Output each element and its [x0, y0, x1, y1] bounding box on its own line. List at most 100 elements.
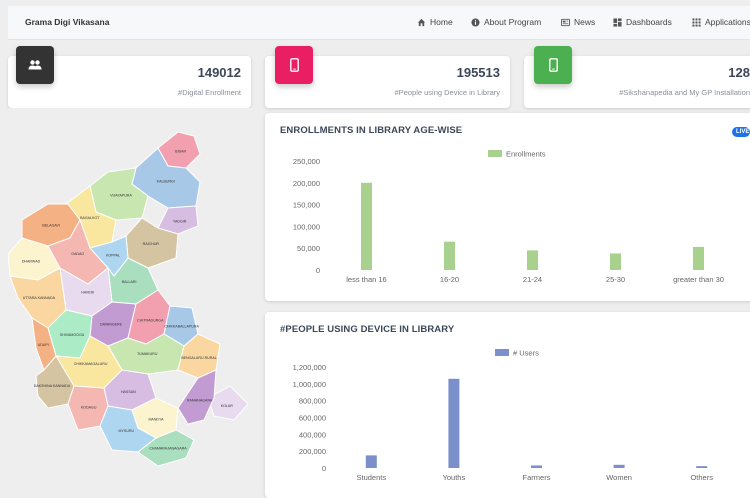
nav-applications[interactable]: Applications [692, 17, 750, 27]
mobile-device-icon [534, 46, 572, 84]
nav-news-label: News [574, 17, 596, 27]
x-tick-label: 21-24 [523, 275, 542, 284]
people-icon [16, 46, 54, 84]
district-label: KALBURGI [157, 180, 175, 184]
district-label: UDUPI [38, 343, 49, 347]
district-label: DHARWAD [22, 259, 41, 263]
bar[interactable] [531, 465, 542, 468]
district-label: KOLAR [221, 404, 234, 408]
district-label: BENGALURU RURAL [181, 356, 217, 360]
nav-applications-label: Applications [705, 17, 750, 27]
bar[interactable] [444, 241, 455, 270]
district-label: UTTARA KANNADA [23, 296, 56, 300]
district-label: TUMAKURU [137, 352, 158, 356]
stat-card-installations: 128 #Sikshanapedia and My GP Installatio… [524, 46, 750, 108]
district-label: CHIKKABALLAPURA [164, 325, 199, 329]
nav-dashboards[interactable]: Dashboards [613, 17, 672, 27]
news-icon [561, 18, 570, 27]
x-tick-label: less than 16 [346, 275, 386, 284]
district-label: VIJAYAPURA [110, 194, 132, 198]
district-label: MYSURU [118, 429, 134, 433]
district-label: RAICHUR [143, 242, 160, 246]
info-icon [471, 17, 480, 27]
nav-home-label: Home [430, 17, 453, 27]
x-tick-label: 16-20 [440, 275, 459, 284]
nav-home[interactable]: Home [417, 17, 453, 27]
bar[interactable] [696, 466, 708, 468]
enrollments-bar-chart: Enrollments 250,000 200,000 150,000 100,000 5… [293, 150, 724, 285]
stat-label: #Digital Enrollment [178, 88, 241, 97]
home-icon [417, 18, 426, 27]
y-tick-label: 0 [316, 266, 320, 275]
district-label: BELAGAVI [42, 223, 60, 227]
district-label: HAVERI [81, 290, 94, 294]
chart-legend[interactable]: Enrollments [488, 150, 546, 159]
bar[interactable] [613, 464, 625, 468]
district-label: GADAG [71, 252, 84, 256]
x-tick-label: Farmers [523, 473, 551, 482]
district-map-svg[interactable]: BIDAR KALBURGI VIJAYAPURA BELAGAVI BAGALKOT Y… [7, 108, 263, 498]
district-label: DAKSHINA KANNADA [34, 384, 71, 388]
district-label: HASSAN [121, 390, 136, 394]
district-label: KOPPAL [106, 254, 120, 258]
district-label: BIDAR [175, 150, 186, 154]
district-label: CHITRADURGA [137, 318, 164, 322]
y-tick-label: 600,000 [299, 414, 326, 423]
bar[interactable] [365, 455, 377, 468]
dashboard-icon [613, 17, 622, 27]
district-label: BALLARI [122, 280, 137, 284]
mobile-device-icon [275, 46, 313, 84]
nav-news[interactable]: News [561, 17, 595, 27]
bar[interactable] [361, 182, 372, 270]
bar[interactable] [527, 250, 538, 270]
y-tick-label: 150,000 [293, 201, 320, 210]
x-tick-label: 25-30 [606, 275, 625, 284]
device-users-bar-chart: # Users 1,200,000 1,000,000 800,000 600,000 4… [293, 349, 714, 483]
legend-label: Enrollments [506, 150, 546, 159]
x-tick-label: Students [356, 473, 386, 482]
nav-about-program[interactable]: About Program [471, 17, 541, 27]
device-users-chart-card: #PEOPLE USING DEVICE IN LIBRARY # Users 1… [265, 312, 750, 498]
stat-value: 149012 [197, 65, 241, 80]
chart-legend[interactable]: # Users [495, 349, 539, 358]
district-label: CHAMARAJANAGARA [149, 446, 187, 450]
brand-title[interactable]: Grama Digi Vikasana [25, 17, 109, 27]
nav-dashboards-label: Dashboards [626, 17, 672, 27]
y-tick-label: 1,200,000 [293, 363, 326, 372]
y-tick-label: 800,000 [299, 397, 326, 406]
y-tick-label: 250,000 [293, 157, 320, 166]
district-label: SHIVAMOGGA [60, 333, 85, 337]
district-label: CHIKKAMAGALURU [74, 362, 108, 366]
y-tick-label: 400,000 [299, 430, 326, 439]
x-tick-label: Women [606, 473, 632, 482]
district-label: DAVANGERE [100, 323, 123, 327]
top-navbar: Grama Digi Vikasana Home About Program N… [8, 6, 750, 40]
nav-about-label: About Program [484, 17, 542, 27]
district-label: MANDYA [148, 418, 164, 422]
stat-card-device-users: 195513 #People using Device in Library [265, 46, 510, 108]
district-label: YADGIR [173, 219, 187, 223]
district-label: BAGALKOT [80, 216, 100, 220]
x-tick-label: Others [690, 473, 713, 482]
bar[interactable] [693, 246, 704, 270]
district-label: KODAGU [81, 406, 97, 410]
stat-label: #People using Device in Library [394, 88, 500, 97]
bar[interactable] [448, 378, 460, 468]
district-label: RAMANAGARA [187, 399, 213, 403]
y-tick-label: 100,000 [293, 222, 320, 231]
legend-swatch [495, 349, 509, 356]
stat-label: #Sikshanapedia and My GP Installation [619, 88, 750, 97]
enrollments-chart-card: ENROLLMENTS IN LIBRARY AGE-WISE LIVE Enr… [265, 113, 750, 301]
y-tick-label: 1,000,000 [293, 380, 326, 389]
y-tick-label: 0 [322, 464, 326, 473]
stat-value: 128 [728, 65, 750, 80]
legend-swatch [488, 150, 502, 157]
stat-card-digital-enrollment: 149012 #Digital Enrollment [8, 46, 251, 108]
stat-value: 195513 [456, 65, 500, 80]
x-tick-label: Youths [443, 473, 466, 482]
y-tick-label: 200,000 [299, 447, 326, 456]
bar[interactable] [610, 253, 621, 270]
y-tick-label: 200,000 [293, 179, 320, 188]
x-tick-label: greater than 30 [673, 275, 724, 284]
karnataka-district-map: BIDAR KALBURGI VIJAYAPURA BELAGAVI BAGALKOT Y… [7, 108, 263, 498]
